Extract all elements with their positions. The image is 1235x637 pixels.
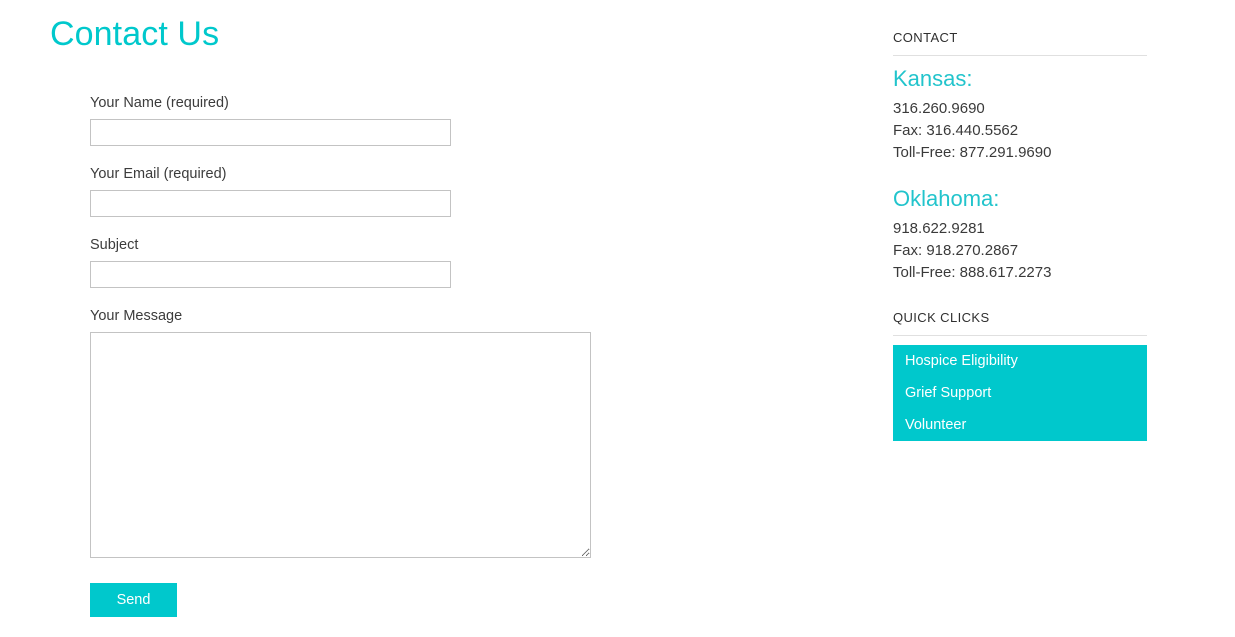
field-group-subject: Subject [90, 236, 610, 288]
your-email-input[interactable] [90, 190, 451, 217]
your-email-label: Your Email (required) [90, 166, 227, 182]
quick-link-volunteer[interactable]: Volunteer [893, 409, 1147, 441]
phone-fax-oklahoma: Fax: 918.270.2867 [893, 242, 1019, 259]
sidebar: CONTACT Kansas: 316.260.9690 Fax: 316.44… [893, 30, 1147, 441]
list-item: Hospice Eligibility [893, 345, 1147, 377]
your-name-input[interactable] [90, 119, 451, 146]
location-name-kansas: Kansas: [893, 66, 973, 91]
list-item: Grief Support [893, 377, 1147, 409]
phone-tollfree-kansas: Toll-Free: 877.291.9690 [893, 144, 1052, 161]
quick-clicks-widget-title: QUICK CLICKS [893, 310, 1147, 336]
quick-clicks-widget: QUICK CLICKS Hospice Eligibility Grief S… [893, 310, 1147, 441]
phone-tollfree-oklahoma: Toll-Free: 888.617.2273 [893, 264, 1052, 281]
send-button[interactable]: Send [90, 583, 177, 617]
page-title: Contact Us [50, 15, 220, 53]
phone-main-kansas: 316.260.9690 [893, 100, 985, 117]
list-item: Volunteer [893, 409, 1147, 441]
contact-form: Your Name (required) Your Email (require… [90, 94, 610, 617]
quick-link-hospice-eligibility[interactable]: Hospice Eligibility [893, 345, 1147, 377]
location-name-oklahoma: Oklahoma: [893, 186, 1000, 211]
contact-widget: CONTACT Kansas: 316.260.9690 Fax: 316.44… [893, 30, 1147, 284]
phone-main-oklahoma: 918.622.9281 [893, 220, 985, 237]
field-group-email: Your Email (required) [90, 165, 610, 217]
location-block-kansas: Kansas: 316.260.9690 Fax: 316.440.5562 T… [893, 65, 1147, 164]
phone-fax-kansas: Fax: 316.440.5562 [893, 122, 1019, 139]
field-group-message: Your Message [90, 307, 610, 558]
field-group-name: Your Name (required) [90, 94, 610, 146]
your-message-label: Your Message [90, 308, 183, 324]
your-message-textarea[interactable] [90, 332, 591, 558]
subject-label: Subject [90, 237, 139, 253]
location-block-oklahoma: Oklahoma: 918.622.9281 Fax: 918.270.2867… [893, 185, 1147, 284]
quick-link-grief-support[interactable]: Grief Support [893, 377, 1147, 409]
subject-input[interactable] [90, 261, 451, 288]
contact-widget-title: CONTACT [893, 30, 1147, 56]
quick-clicks-list: Hospice Eligibility Grief Support Volunt… [893, 345, 1147, 441]
your-name-label: Your Name (required) [90, 95, 229, 111]
